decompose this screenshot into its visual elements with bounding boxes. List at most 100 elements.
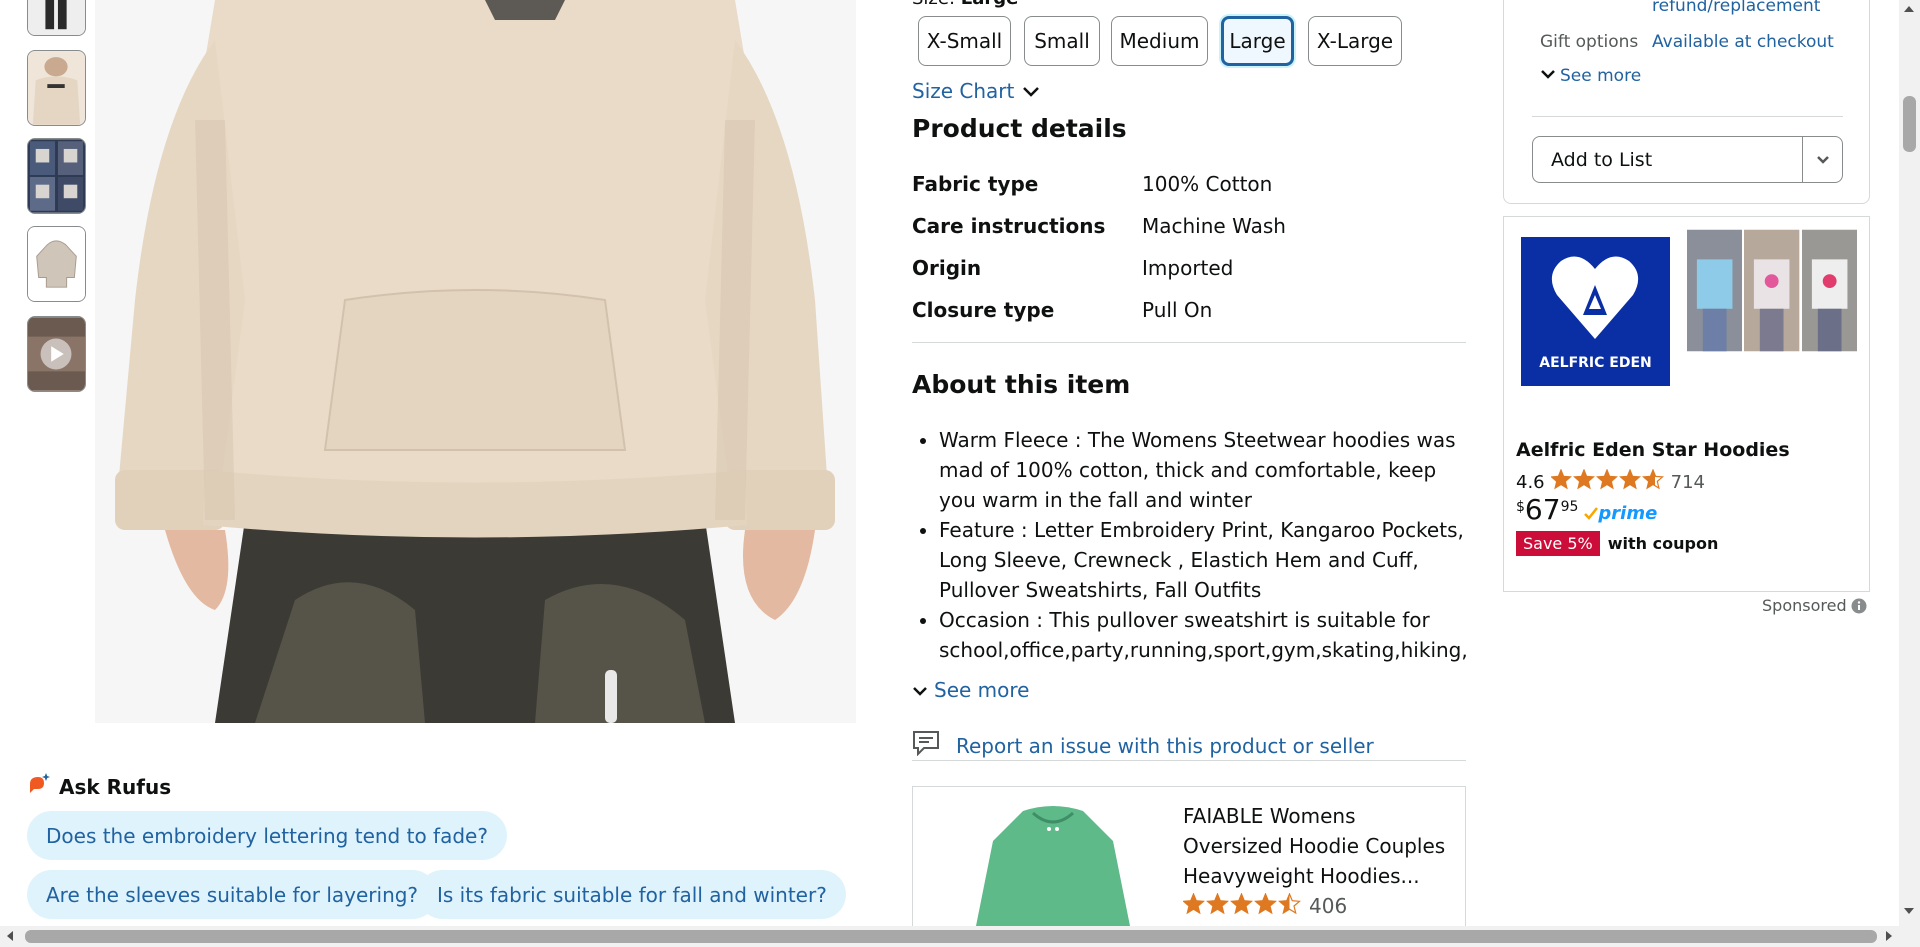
rufus-question-3[interactable]: Is its fabric suitable for fall and wint…: [418, 870, 846, 919]
detail-value: 100% Cotton: [1142, 172, 1273, 196]
size-option-x-small[interactable]: X-Small: [918, 16, 1011, 66]
ad-product-image: [1801, 229, 1857, 352]
star: [1549, 468, 1572, 490]
sponsored-label[interactable]: Sponsored: [1762, 596, 1867, 615]
prime-badge: prime: [1584, 503, 1657, 524]
thumbnail-4[interactable]: [27, 226, 86, 302]
price-symbol: $: [1516, 499, 1525, 515]
star-rating-icon: [1182, 892, 1301, 919]
save-badge: Save 5%: [1516, 531, 1600, 556]
ad-price: $ 67 95 prime: [1516, 493, 1657, 526]
divider: [912, 760, 1466, 761]
review-count: 714: [1670, 472, 1705, 493]
gift-options-label: Gift options: [1540, 32, 1639, 52]
about-item-heading: About this item: [912, 370, 1131, 399]
star: [1572, 468, 1595, 490]
sponsored-product-card[interactable]: FAIABLE Womens Oversized Hoodie Couples …: [912, 786, 1466, 947]
brand-logo[interactable]: AELFRIC EDEN: [1521, 237, 1670, 386]
detail-key: Closure type: [912, 298, 1055, 322]
star-rating-icon: [1549, 468, 1665, 496]
detail-key: Fabric type: [912, 172, 1039, 196]
rufus-question-2[interactable]: Are the sleeves suitable for layering?: [27, 870, 438, 919]
detail-value: Machine Wash: [1142, 214, 1286, 238]
thumbnail-1[interactable]: [27, 0, 86, 36]
star: [1254, 892, 1277, 915]
detail-key: Care instructions: [912, 214, 1106, 238]
thumbnail-image: [28, 139, 85, 213]
thumbnail-video[interactable]: [27, 316, 86, 392]
ad-rating: 4.6 714: [1516, 468, 1705, 496]
coupon-row: Save 5% with coupon: [1516, 531, 1718, 556]
product-details-heading: Product details: [912, 114, 1127, 143]
star: [1230, 892, 1253, 915]
thumbnail-image: [28, 51, 85, 125]
report-icon: [912, 730, 940, 761]
report-issue-label: Report an issue with this product or sel…: [956, 733, 1374, 758]
see-more-label: See more: [934, 678, 1030, 702]
divider: [912, 342, 1466, 343]
sponsored-product-rating: 406: [1182, 892, 1348, 919]
ad-product-image: [1744, 229, 1800, 352]
prime-check-icon: [1584, 506, 1599, 520]
size-chart-label: Size Chart: [912, 79, 1015, 103]
heart-logo-icon: [1551, 256, 1639, 339]
about-bullet: Occasion : This pullover sweatshirt is s…: [939, 605, 1466, 662]
about-bullet: Warm Fleece : The Womens Steetwear hoodi…: [939, 425, 1466, 515]
size-option-medium[interactable]: Medium: [1111, 16, 1208, 66]
star: [1595, 468, 1618, 490]
buybox-see-more-link[interactable]: See more: [1540, 66, 1641, 86]
add-to-list-label: Add to List: [1551, 148, 1653, 171]
size-option-large[interactable]: Large: [1221, 16, 1294, 66]
chevron-down-icon: [1816, 155, 1829, 164]
sponsored-brand-ad[interactable]: AELFRIC EDEN Aelfric Eden Star Hoodies 4…: [1503, 216, 1870, 592]
ask-rufus-heading: Ask Rufus: [27, 772, 171, 801]
sponsored-text: Sponsored: [1762, 596, 1847, 615]
gift-options-value[interactable]: Available at checkout: [1652, 32, 1834, 52]
ad-product-images[interactable]: [1687, 229, 1857, 352]
add-to-list-button[interactable]: Add to List: [1532, 136, 1843, 183]
chevron-down-icon: [1540, 66, 1556, 86]
size-label: Size: Large: [912, 0, 1018, 9]
brand-logo-text: AELFRIC EDEN: [1539, 355, 1652, 371]
review-count: 406: [1309, 894, 1348, 918]
price-fraction: 95: [1560, 499, 1579, 515]
divider: [1532, 116, 1843, 117]
sponsored-product-image: [973, 806, 1133, 941]
size-option-small[interactable]: Small: [1024, 16, 1100, 66]
ad-product-image: [1687, 229, 1743, 352]
star: [1182, 892, 1205, 915]
detail-key: Origin: [912, 256, 982, 280]
report-issue-link[interactable]: Report an issue with this product or sel…: [912, 730, 1374, 761]
ad-rating-value: 4.6: [1516, 472, 1545, 493]
see-more-about-link[interactable]: See more: [912, 678, 1029, 702]
chevron-down-icon: [1022, 79, 1040, 103]
star: [1618, 468, 1641, 490]
detail-row-care: Care instructions Machine Wash: [912, 214, 1472, 238]
about-bullet: Feature : Letter Embroidery Print, Kanga…: [939, 515, 1466, 605]
star: [1206, 892, 1229, 915]
detail-row-closure: Closure type Pull On: [912, 298, 1472, 322]
thumbnail-image: [28, 0, 85, 35]
size-label-prefix: Size:: [912, 0, 955, 9]
star: [1641, 468, 1664, 490]
hoodie-photo: [95, 0, 856, 723]
sponsored-product-title[interactable]: FAIABLE Womens Oversized Hoodie Couples …: [1183, 801, 1453, 891]
detail-value: Imported: [1142, 256, 1234, 280]
rufus-question-1[interactable]: Does the embroidery lettering tend to fa…: [27, 811, 507, 860]
thumbnail-3[interactable]: [27, 138, 86, 214]
star: [1278, 892, 1301, 915]
size-option-x-large[interactable]: X-Large: [1308, 16, 1402, 66]
thumbnail-image: [28, 227, 85, 301]
chevron-down-icon: [912, 678, 928, 702]
ad-title[interactable]: Aelfric Eden Star Hoodies: [1516, 439, 1790, 461]
thumbnail-image: [28, 317, 85, 391]
refund-replacement-link[interactable]: refund/replacement: [1652, 0, 1820, 16]
main-product-image[interactable]: [95, 0, 856, 723]
horizontal-scrollbar[interactable]: [0, 926, 1920, 947]
add-to-list-dropdown[interactable]: [1802, 137, 1842, 182]
thumbnail-2[interactable]: [27, 50, 86, 126]
size-selected-value: Large: [961, 0, 1019, 9]
vertical-scrollbar[interactable]: [1899, 0, 1920, 926]
size-chart-link[interactable]: Size Chart: [912, 79, 1040, 103]
detail-row-origin: Origin Imported: [912, 256, 1472, 280]
